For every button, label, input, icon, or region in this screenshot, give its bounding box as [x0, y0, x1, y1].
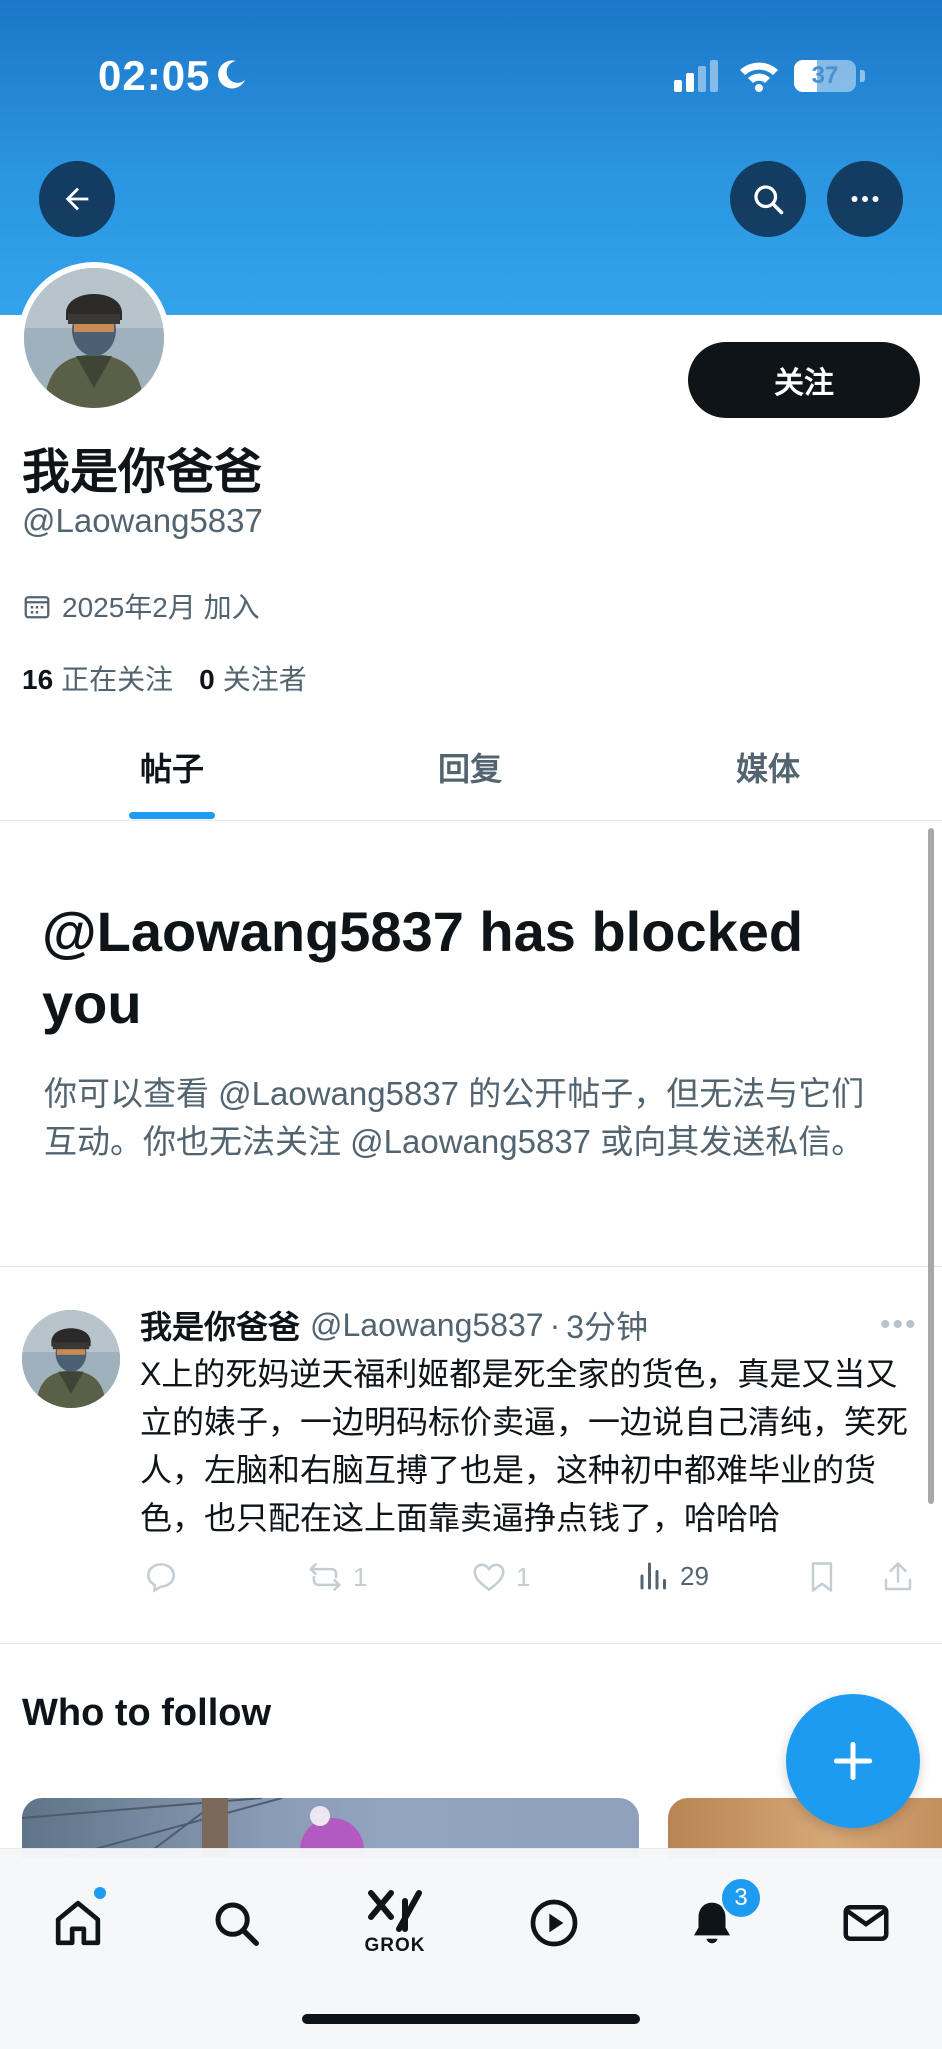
share-button[interactable] — [880, 1558, 916, 1596]
scrollbar[interactable] — [928, 828, 934, 1504]
join-date: 2025年2月 加入 — [22, 586, 260, 626]
reply-button[interactable] — [142, 1558, 180, 1596]
post-divider — [0, 1643, 942, 1644]
post-author-avatar[interactable] — [22, 1310, 120, 1408]
followers-link[interactable]: 0 关注者 — [199, 658, 307, 698]
active-tab-indicator — [129, 812, 215, 819]
search-icon — [215, 1902, 259, 1946]
more-options-button[interactable] — [827, 161, 903, 237]
play-circle-icon — [530, 1899, 578, 1947]
home-icon — [55, 1900, 101, 1946]
following-count: 16 — [22, 664, 54, 695]
battery-icon: 37 — [794, 60, 856, 92]
status-time: 02:05 — [98, 52, 211, 99]
heart-icon — [473, 1563, 505, 1592]
compose-post-button[interactable] — [786, 1694, 920, 1828]
post-time[interactable]: 3分钟 — [566, 1302, 648, 1348]
following-link[interactable]: 16 正在关注 — [22, 658, 173, 698]
post-more-icon[interactable]: ••• — [880, 1308, 918, 1342]
profile-banner — [0, 0, 942, 315]
cellular-signal-icon — [674, 60, 722, 97]
blocked-description: 你可以查看 @Laowang5837 的公开帖子，但无法与它们互动。你也无法关注… — [44, 1075, 865, 1160]
bookmark-button[interactable] — [804, 1558, 840, 1596]
tab-replies[interactable]: 回复 — [370, 744, 570, 790]
repost-button[interactable]: 1 — [305, 1558, 367, 1596]
battery-tip — [860, 70, 865, 82]
share-icon — [884, 1562, 912, 1591]
post-header: 我是你爸爸 @Laowang5837 · 3分钟 — [140, 1302, 648, 1348]
repost-icon — [309, 1563, 341, 1591]
like-button[interactable]: 1 — [470, 1558, 530, 1596]
like-count: 1 — [516, 1561, 531, 1592]
followers-count: 0 — [199, 664, 215, 695]
moon-icon — [214, 58, 248, 97]
plus-icon — [833, 1741, 873, 1781]
avatar-image — [24, 268, 164, 408]
nav-video[interactable] — [514, 1883, 594, 1963]
tabs-divider — [0, 820, 942, 821]
repost-count: 1 — [353, 1561, 368, 1592]
search-icon — [754, 185, 784, 215]
post-text: X上的死妈逆天福利姬都是死全家的货色，真是又当又立的婊子，一边明码标价卖逼，一边… — [140, 1356, 909, 1536]
blocked-divider — [0, 1266, 942, 1267]
wifi-icon — [738, 58, 780, 97]
analytics-icon — [640, 1562, 666, 1590]
more-horizontal-icon — [851, 196, 879, 202]
profile-display-name: 我是你爸爸 — [22, 446, 263, 499]
nav-home[interactable] — [38, 1883, 118, 1963]
tab-posts[interactable]: 帖子 — [72, 744, 272, 790]
grok-label: GROK — [364, 1935, 426, 1956]
back-button[interactable] — [39, 161, 115, 237]
view-count: 29 — [680, 1560, 709, 1591]
following-label: 正在关注 — [61, 664, 174, 695]
arrow-left-icon — [65, 187, 89, 211]
nav-notifications[interactable]: 3 — [672, 1877, 762, 1963]
tab-media[interactable]: 媒体 — [668, 744, 868, 790]
envelope-icon — [843, 1905, 889, 1941]
home-notification-dot — [94, 1887, 106, 1899]
nav-search[interactable] — [196, 1883, 276, 1963]
blocked-title: @Laowang5837 has blocked you — [42, 900, 804, 1035]
notifications-badge: 3 — [720, 1877, 762, 1919]
views-button[interactable]: 29 — [636, 1558, 709, 1594]
search-button[interactable] — [730, 161, 806, 237]
bookmark-icon — [811, 1562, 833, 1592]
grok-icon — [368, 1890, 422, 1932]
reply-icon — [147, 1563, 175, 1593]
join-date-text: 2025年2月 加入 — [62, 592, 260, 623]
post-separator: · — [549, 1306, 561, 1343]
battery-percentage: 37 — [811, 62, 839, 89]
post-author-handle[interactable]: @Laowang5837 — [310, 1307, 544, 1344]
follow-button[interactable]: 关注 — [688, 342, 920, 418]
profile-avatar[interactable] — [18, 262, 170, 414]
home-indicator — [302, 2014, 640, 2024]
nav-grok[interactable]: GROK — [355, 1883, 435, 1963]
profile-handle: @Laowang5837 — [22, 502, 263, 539]
followers-label: 关注者 — [222, 664, 307, 695]
follow-stats: 16 正在关注 0 关注者 — [22, 658, 307, 698]
who-to-follow-title: Who to follow — [22, 1692, 272, 1734]
calendar-icon — [24, 596, 50, 619]
post-author-name[interactable]: 我是你爸爸 — [140, 1302, 300, 1348]
nav-messages[interactable] — [826, 1883, 906, 1963]
